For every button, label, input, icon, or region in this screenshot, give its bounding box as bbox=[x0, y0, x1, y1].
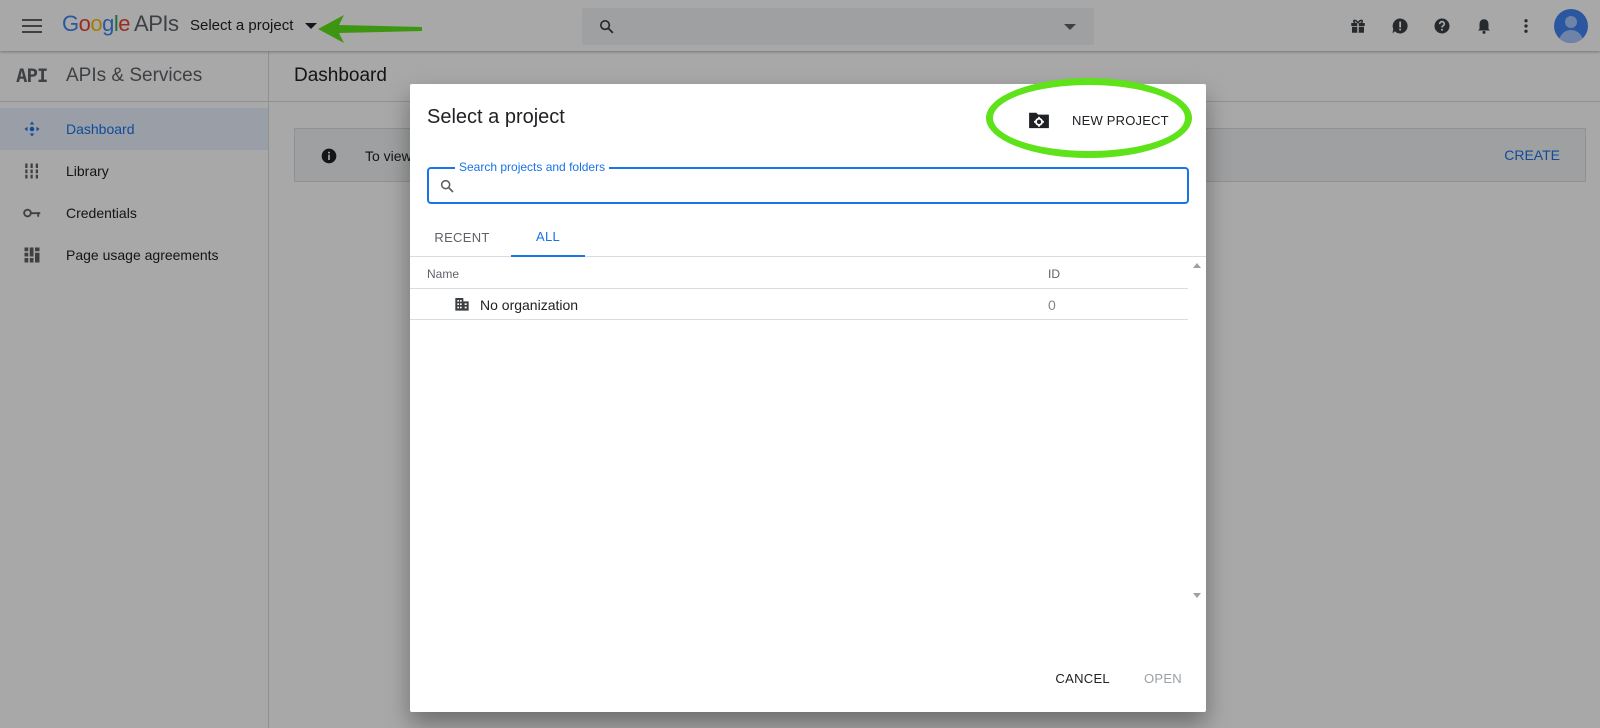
tab-recent[interactable]: RECENT bbox=[427, 217, 497, 257]
column-header-name[interactable]: Name bbox=[427, 267, 459, 281]
scroll-down-arrow-icon[interactable] bbox=[1193, 593, 1201, 598]
building-icon bbox=[455, 298, 469, 311]
folder-settings-icon bbox=[1029, 112, 1049, 129]
table-row[interactable]: No organization 0 bbox=[410, 289, 1188, 320]
project-table: Name ID No organization 0 bbox=[410, 258, 1188, 320]
row-name: No organization bbox=[480, 297, 579, 313]
project-search-input[interactable] bbox=[467, 173, 1167, 199]
project-search-field[interactable]: Search projects and folders bbox=[427, 160, 1189, 204]
select-project-dialog: Select a project NEW PROJECT Search proj… bbox=[410, 78, 1206, 712]
scroll-up-arrow-icon[interactable] bbox=[1193, 263, 1201, 268]
dialog-actions: CANCEL OPEN bbox=[1055, 671, 1182, 686]
search-field-label: Search projects and folders bbox=[455, 160, 610, 174]
cancel-button[interactable]: CANCEL bbox=[1055, 671, 1110, 686]
tab-all[interactable]: ALL bbox=[511, 217, 585, 257]
table-header: Name ID bbox=[410, 258, 1188, 289]
dialog-title: Select a project bbox=[427, 106, 565, 128]
new-project-button[interactable]: NEW PROJECT bbox=[1028, 105, 1169, 135]
project-tabs: RECENT ALL bbox=[410, 217, 1206, 257]
new-project-label: NEW PROJECT bbox=[1072, 112, 1169, 128]
table-scrollbar[interactable] bbox=[1188, 258, 1206, 603]
open-button[interactable]: OPEN bbox=[1144, 671, 1182, 686]
row-id: 0 bbox=[1048, 297, 1056, 313]
column-header-id[interactable]: ID bbox=[1048, 267, 1060, 281]
search-icon bbox=[440, 179, 454, 193]
